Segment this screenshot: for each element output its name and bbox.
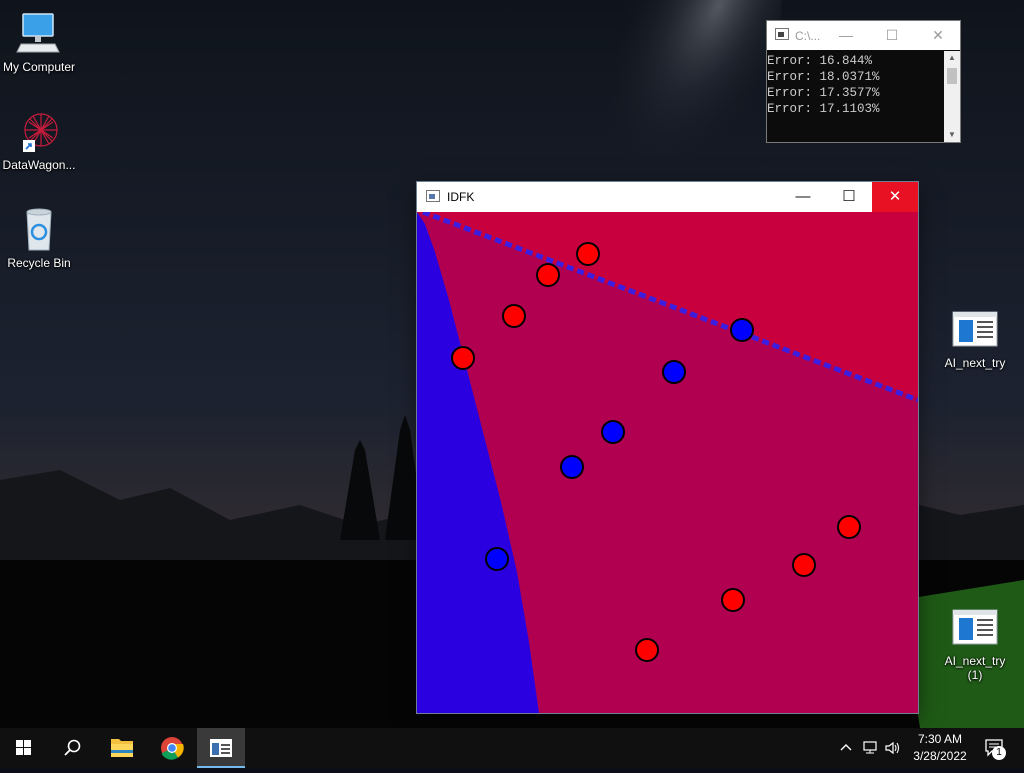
taskbar-idfk-app[interactable]	[197, 728, 245, 768]
data-point-blue	[485, 547, 509, 571]
idfk-title: IDFK	[447, 190, 475, 204]
search-icon	[64, 739, 81, 756]
data-point-red	[451, 346, 475, 370]
scroll-up-arrow-icon[interactable]: ▲	[944, 51, 960, 65]
data-point-red	[721, 588, 745, 612]
start-button[interactable]	[0, 728, 48, 768]
scroll-thumb[interactable]	[947, 68, 957, 84]
folder-icon	[111, 739, 133, 757]
desktop-icon-label: Recycle Bin	[7, 256, 71, 270]
clock-time: 7:30 AM	[917, 732, 963, 746]
console-window[interactable]: C:\... — ☐ ✕ Error: 16.844% Error: 18.03…	[766, 20, 961, 143]
minimize-button[interactable]: —	[780, 182, 826, 212]
data-point-red	[837, 515, 861, 539]
notification-count-badge: 1	[992, 746, 1006, 760]
taskbar-file-explorer[interactable]	[98, 728, 146, 768]
chrome-icon	[161, 737, 184, 760]
search-button[interactable]	[48, 728, 96, 768]
data-point-red	[576, 242, 600, 266]
volume-icon[interactable]	[884, 740, 902, 756]
desktop-icon-datawagon[interactable]: DataWagon...	[0, 108, 81, 172]
taskbar-chrome[interactable]	[148, 728, 196, 768]
windows-logo-icon	[16, 740, 31, 755]
data-point-blue	[730, 318, 754, 342]
desktop-icon-label: AI_next_try	[944, 654, 1006, 668]
idfk-window[interactable]: IDFK — ☐ ✕	[417, 182, 918, 713]
desktop-icon-label: AI_next_try	[944, 356, 1006, 370]
data-point-red	[502, 304, 526, 328]
taskbar: 7:30 AM 3/28/2022 1	[0, 728, 1024, 768]
idfk-title-bar[interactable]: IDFK — ☐ ✕	[417, 182, 918, 212]
recycle-bin-icon	[26, 208, 52, 251]
desktop-icon-my-computer[interactable]: My Computer	[0, 10, 81, 74]
console-title-bar[interactable]: C:\... — ☐ ✕	[767, 21, 960, 50]
desktop-icon-recycle-bin[interactable]: Recycle Bin	[0, 206, 81, 270]
data-point-red	[536, 263, 560, 287]
application-window-icon	[952, 311, 998, 347]
data-point-red	[792, 553, 816, 577]
network-icon[interactable]	[862, 740, 880, 756]
data-point-blue	[601, 420, 625, 444]
console-output: Error: 16.844% Error: 18.0371% Error: 17…	[767, 51, 944, 142]
application-window-icon	[952, 609, 998, 645]
desktop-icon-label: DataWagon...	[2, 158, 76, 172]
datawagon-logo-icon	[23, 113, 58, 152]
close-button[interactable]: ✕	[915, 21, 961, 50]
console-line: Error: 18.0371%	[767, 70, 880, 84]
maximize-button[interactable]: ☐	[826, 182, 872, 212]
console-scrollbar[interactable]: ▲ ▼	[944, 51, 960, 142]
classification-plot	[417, 212, 918, 713]
desktop-icon-sublabel: (1)	[967, 668, 983, 682]
desktop-icon-ai-next-try[interactable]: AI_next_try	[933, 306, 1017, 370]
clock-date: 3/28/2022	[913, 749, 967, 763]
data-point-blue	[560, 455, 584, 479]
minimize-button[interactable]: —	[823, 21, 869, 50]
console-line: Error: 17.1103%	[767, 102, 880, 116]
console-line: Error: 16.844%	[767, 54, 873, 68]
maximize-button[interactable]: ☐	[869, 21, 915, 50]
chevron-up-icon[interactable]	[838, 740, 854, 756]
monitor-icon	[16, 13, 60, 53]
application-window-icon	[210, 739, 232, 757]
desktop-icon-label: My Computer	[2, 60, 76, 74]
system-tray	[838, 728, 904, 768]
data-point-blue	[662, 360, 686, 384]
console-line: Error: 17.3577%	[767, 86, 880, 100]
notification-center-button[interactable]: 1	[980, 728, 1020, 768]
close-button[interactable]: ✕	[872, 182, 918, 212]
data-point-red	[635, 638, 659, 662]
desktop-icon-ai-next-try-1[interactable]: AI_next_try (1)	[933, 604, 1017, 682]
console-app-icon	[775, 28, 789, 40]
console-title: C:\...	[795, 29, 821, 43]
scroll-down-arrow-icon[interactable]: ▼	[944, 128, 960, 142]
taskbar-clock[interactable]: 7:30 AM 3/28/2022	[904, 731, 976, 765]
idfk-app-icon	[426, 190, 440, 202]
